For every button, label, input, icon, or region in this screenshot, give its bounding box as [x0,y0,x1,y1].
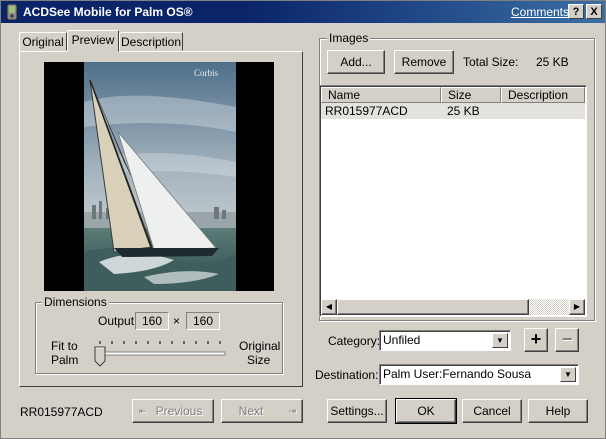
scroll-right-arrow-icon[interactable]: ▶ [569,299,585,315]
category-label: Category: [328,334,381,348]
images-group-label: Images [327,31,371,45]
tab-preview[interactable]: Preview [67,30,119,52]
title-bar[interactable]: ACDSee Mobile for Palm OS® Comments? ? X [1,1,605,23]
column-header-name[interactable]: Name [321,87,441,103]
destination-dropdown-arrow-icon[interactable]: ▼ [560,367,576,382]
previous-button[interactable]: ⇤ Previous [132,399,214,423]
tab-description[interactable]: Description [119,32,183,51]
remove-category-button[interactable]: − [555,328,579,352]
original-size-label-line2: Size [247,353,271,367]
tab-original[interactable]: Original [19,32,67,51]
output-label: Output: [98,314,138,328]
fit-to-palm-label-line2: Palm [51,353,79,367]
dimensions-group-label: Dimensions [42,295,109,309]
total-size-label: Total Size: [463,55,519,69]
original-size-label-line1: Original [239,339,281,353]
ok-button[interactable]: OK [395,398,457,424]
output-height-field: 160 [186,312,220,330]
sailboat-image: Corbis [84,62,236,291]
window-title: ACDSee Mobile for Palm OS® [23,5,193,19]
output-width-field: 160 [135,312,169,330]
category-select[interactable]: Unfiled ▼ [379,330,511,351]
palm-device-icon [6,4,18,20]
watermark-text: Corbis [194,68,219,78]
horizontal-scrollbar[interactable]: ◀ ▶ [321,299,585,315]
slider-thumb [94,346,106,367]
destination-value: Palm User:Fernando Sousa [383,367,532,381]
size-slider[interactable] [93,337,228,367]
add-category-button[interactable]: + [524,328,548,352]
image-list[interactable] [319,85,587,317]
destination-label: Destination: [315,368,379,382]
destination-select[interactable]: Palm User:Fernando Sousa ▼ [379,364,579,385]
dialog-window: ACDSee Mobile for Palm OS® Comments? ? X… [0,0,606,439]
cancel-button[interactable]: Cancel [462,399,522,423]
remove-button[interactable]: Remove [394,50,454,74]
category-dropdown-arrow-icon[interactable]: ▼ [492,333,508,348]
category-value: Unfiled [383,333,421,347]
close-button[interactable]: X [586,4,602,19]
help-button[interactable]: Help [528,399,588,423]
add-button[interactable]: Add... [327,50,385,74]
fit-to-palm-label-line1: Fit to [51,339,78,353]
scroll-left-arrow-icon[interactable]: ◀ [321,299,337,315]
times-sign: × [173,314,181,328]
column-header-size[interactable]: Size [441,87,501,103]
footer-filename: RR015977ACD [20,405,103,419]
total-size-value: 25 KB [536,55,569,69]
help-title-button[interactable]: ? [568,4,584,19]
image-preview: Corbis [44,62,274,291]
settings-button[interactable]: Settings... [327,399,387,423]
table-row[interactable]: RR015977ACD 25 KB [321,103,585,119]
comments-link[interactable]: Comments? [511,5,576,19]
next-button[interactable]: Next ⇥ [221,399,303,423]
row-size: 25 KB [447,104,480,118]
next-arrow-icon: ⇥ [288,406,296,416]
scrollbar-thumb[interactable] [337,299,529,315]
row-name: RR015977ACD [325,104,408,118]
previous-arrow-icon: ⇤ [139,406,147,416]
column-header-description[interactable]: Description [501,87,585,103]
